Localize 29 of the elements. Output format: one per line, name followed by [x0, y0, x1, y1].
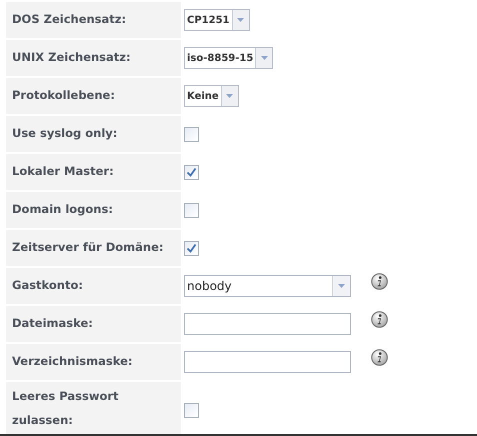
field-label: UNIX Zeichensatz: — [12, 49, 131, 66]
field-label: Use syslog only: — [12, 125, 118, 142]
input-field[interactable] — [184, 351, 351, 373]
field-label: Protokollebene: — [12, 87, 115, 104]
field-label: DOS Zeichensatz: — [12, 11, 126, 28]
checkbox[interactable] — [184, 126, 199, 142]
field-label: Leeres Passwort zulassen: — [12, 388, 120, 429]
field-label: Verzeichnismaske: — [12, 353, 132, 370]
input-field[interactable] — [184, 313, 351, 335]
dropdown[interactable]: Keine — [184, 85, 239, 107]
dropdown-arrow-icon — [226, 94, 234, 98]
dropdown[interactable]: CP1251 — [184, 9, 250, 31]
checkbox[interactable] — [184, 202, 199, 218]
field-label: Zeitserver für Domäne: — [12, 239, 164, 256]
checkbox[interactable] — [184, 240, 199, 256]
field-label: Lokaler Master: — [12, 163, 114, 180]
info-icon[interactable] — [371, 273, 388, 290]
field-label: Gastkonto: — [12, 277, 83, 294]
checkbox[interactable] — [184, 402, 199, 418]
dropdown[interactable]: nobody — [184, 275, 351, 297]
info-icon[interactable] — [371, 349, 388, 366]
info-icon[interactable] — [371, 311, 388, 328]
field-label: Dateimaske: — [12, 315, 93, 332]
dropdown-arrow-icon — [260, 56, 268, 60]
field-label: Domain logons: — [12, 201, 113, 218]
dropdown[interactable]: iso-8859-15 — [184, 47, 274, 69]
checkbox[interactable] — [184, 164, 199, 180]
dropdown-arrow-icon — [338, 284, 345, 288]
dropdown-arrow-icon — [237, 18, 244, 22]
